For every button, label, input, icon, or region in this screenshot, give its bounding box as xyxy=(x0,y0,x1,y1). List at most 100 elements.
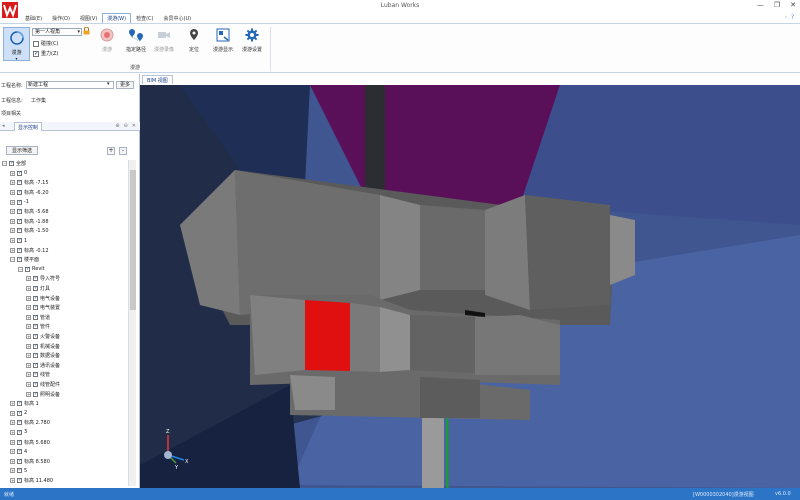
gravity-toggle[interactable]: 重力(Z) xyxy=(33,50,58,57)
tree-item-checkbox[interactable] xyxy=(17,208,22,215)
expand-icon[interactable]: + xyxy=(26,343,31,349)
expand-icon[interactable]: + xyxy=(10,247,15,253)
tree-item[interactable]: + 线管 xyxy=(2,370,128,380)
tab-display-control[interactable]: 显示控制 xyxy=(14,122,43,131)
close-button[interactable]: ✕ xyxy=(790,1,796,9)
panel-dock-icon[interactable]: ⊕ xyxy=(115,123,119,129)
expand-icon[interactable]: + xyxy=(26,295,31,301)
panel-close-icon[interactable]: ✕ xyxy=(132,123,136,129)
tree-item-checkbox[interactable] xyxy=(25,266,30,272)
tree-item-checkbox[interactable] xyxy=(17,189,22,196)
tree-item-checkbox[interactable] xyxy=(17,179,22,186)
tree-item[interactable]: + 标高 -6.20 xyxy=(2,188,128,198)
view-mode-select[interactable]: 第一人视角 ▾ xyxy=(32,28,82,36)
tree-item[interactable]: + 标高 -0.12 xyxy=(2,245,128,255)
menu-basic[interactable]: 基础(E) xyxy=(20,13,47,23)
tree-item-checkbox[interactable] xyxy=(33,391,38,397)
tree-item-checkbox[interactable] xyxy=(17,419,22,426)
tree-item-checkbox[interactable] xyxy=(17,237,22,244)
expand-icon[interactable]: + xyxy=(26,333,31,339)
tree-item-checkbox[interactable] xyxy=(33,304,38,311)
minimize-button[interactable]: — xyxy=(757,1,764,9)
tree-item[interactable]: + 标高 -7.15 xyxy=(2,178,128,188)
tree-item-checkbox[interactable] xyxy=(33,371,38,378)
tree-item-checkbox[interactable] xyxy=(17,256,22,263)
expand-icon[interactable]: + xyxy=(26,314,31,320)
expand-icon[interactable]: + xyxy=(10,477,15,483)
roam-mode-button[interactable]: 漫游 ▾ xyxy=(3,27,30,61)
collapse-icon[interactable]: − xyxy=(2,161,7,167)
collapse-icon[interactable]: − xyxy=(10,257,15,263)
tree-item-checkbox[interactable] xyxy=(33,314,38,320)
tree-item-checkbox[interactable] xyxy=(33,333,38,339)
expand-icon[interactable]: + xyxy=(26,362,31,368)
tree-item-checkbox[interactable] xyxy=(17,247,22,253)
tree-item[interactable]: + 管道 xyxy=(2,313,128,323)
tree-item[interactable]: − 楼平面 xyxy=(2,255,128,265)
roam-record-button[interactable]: 漫游 xyxy=(93,28,121,53)
options-icon[interactable]: ◦ xyxy=(784,14,788,21)
tree-item[interactable]: + 标高 -1.50 xyxy=(2,226,128,236)
tree-item-checkbox[interactable] xyxy=(33,275,38,282)
tree-item[interactable]: + 标高 -1.88 xyxy=(2,217,128,227)
tree-item[interactable]: + 火警设备 xyxy=(2,332,128,342)
tree-item-checkbox[interactable] xyxy=(17,467,22,474)
tree-scrollbar[interactable] xyxy=(128,160,136,486)
project-name-field[interactable]: 新建工程 xyxy=(26,81,114,89)
tree-item[interactable]: + 线管配件 xyxy=(2,380,128,390)
tree-item[interactable]: +5 xyxy=(2,466,128,476)
expand-icon[interactable]: + xyxy=(26,276,31,282)
expand-icon[interactable]: + xyxy=(10,468,15,474)
menu-view[interactable]: 视图(V) xyxy=(75,13,102,23)
expand-icon[interactable]: + xyxy=(10,218,15,224)
tree-item[interactable]: + 照明设备 xyxy=(2,389,128,399)
tree-item-checkbox[interactable] xyxy=(17,218,22,224)
expand-icon[interactable]: + xyxy=(10,170,15,176)
tree-item-checkbox[interactable] xyxy=(17,227,22,234)
tree-item-checkbox[interactable] xyxy=(33,352,38,359)
expand-icon[interactable]: + xyxy=(10,439,15,445)
expand-icon[interactable]: + xyxy=(26,305,31,311)
expand-icon[interactable]: + xyxy=(10,458,15,464)
tree-item[interactable]: + 机械设备 xyxy=(2,341,128,351)
tree-item[interactable]: + 标高 2.780 xyxy=(2,418,128,428)
tree-item-checkbox[interactable] xyxy=(33,362,38,368)
tree-item-checkbox[interactable] xyxy=(17,429,22,435)
expand-icon[interactable]: + xyxy=(26,353,31,359)
tree-item-checkbox[interactable] xyxy=(33,323,38,330)
project-dropdown-icon[interactable]: ▾ xyxy=(107,81,110,87)
tree-item-checkbox[interactable] xyxy=(33,343,38,349)
expand-icon[interactable]: + xyxy=(10,420,15,426)
lock-icon[interactable] xyxy=(83,27,90,35)
tree-item-checkbox[interactable] xyxy=(33,285,38,292)
scrollbar-thumb[interactable] xyxy=(130,170,136,310)
locate-button[interactable]: 定位 xyxy=(180,28,208,53)
project-related-label[interactable]: 项目相关 xyxy=(1,110,21,117)
tree-item-checkbox[interactable] xyxy=(17,448,22,455)
expand-icon[interactable]: + xyxy=(26,286,31,292)
menu-operate[interactable]: 操作(O) xyxy=(47,13,75,23)
roam-settings-button[interactable]: 漫游设置 xyxy=(238,28,266,53)
collision-checkbox[interactable] xyxy=(33,40,39,47)
panel-left-arrow-icon[interactable]: ◂ xyxy=(2,123,5,129)
tree-item[interactable]: +3 xyxy=(2,428,128,438)
tree-item[interactable]: + 标高 -5.68 xyxy=(2,207,128,217)
tree-item-checkbox[interactable] xyxy=(9,160,14,167)
tree-item-checkbox[interactable] xyxy=(17,400,22,407)
expand-icon[interactable]: + xyxy=(10,449,15,455)
collision-toggle[interactable]: 碰撞(C) xyxy=(33,40,58,47)
tree-item[interactable]: − Revit xyxy=(2,265,128,275)
maximize-button[interactable]: ❐ xyxy=(774,1,780,9)
tree-item[interactable]: +4 xyxy=(2,447,128,457)
roam-video-button[interactable]: 漫游录像 xyxy=(150,28,178,53)
tree-item[interactable]: +0 xyxy=(2,169,128,179)
tab-bim-view[interactable]: BIM 视图 xyxy=(142,75,173,84)
expand-icon[interactable]: + xyxy=(26,381,31,387)
roam-display-button[interactable]: 漫游显示 xyxy=(209,28,237,53)
expand-icon[interactable]: + xyxy=(26,372,31,378)
expand-icon[interactable]: + xyxy=(10,190,15,196)
tree-item[interactable]: + 管件 xyxy=(2,322,128,332)
tree-item[interactable]: +1 xyxy=(2,236,128,246)
tree-item[interactable]: +2 xyxy=(2,408,128,418)
tree-item[interactable]: − 全部 xyxy=(2,159,128,169)
